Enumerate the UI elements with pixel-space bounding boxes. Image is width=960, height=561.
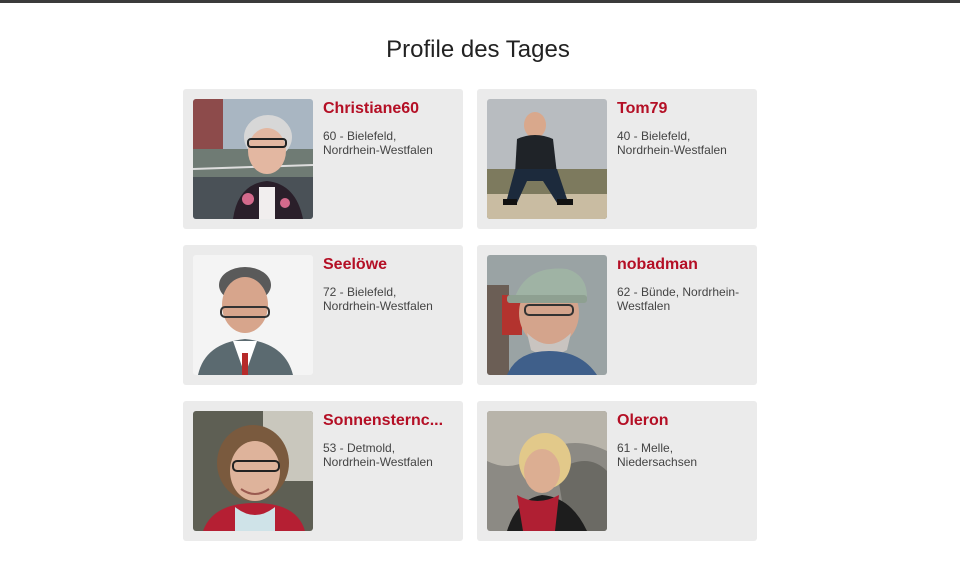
profile-details: 61 - Melle, Niedersachsen [617, 441, 747, 469]
profile-name-link[interactable]: Christiane60 [323, 99, 453, 119]
profile-info: Seelöwe 72 - Bielefeld, Nordrhein-Westfa… [323, 255, 453, 313]
top-bar [0, 0, 960, 3]
profile-details: 72 - Bielefeld, Nordrhein-Westfalen [323, 285, 453, 313]
profile-photo[interactable] [193, 255, 313, 375]
profiles-grid: Christiane60 60 - Bielefeld, Nordrhein-W… [183, 89, 757, 541]
profile-name-link[interactable]: Seelöwe [323, 255, 453, 275]
profile-card[interactable]: Christiane60 60 - Bielefeld, Nordrhein-W… [183, 89, 463, 229]
profile-photo[interactable] [193, 99, 313, 219]
profile-age-location: 53 - Detmold, [323, 441, 396, 455]
profile-photo[interactable] [487, 255, 607, 375]
profile-card[interactable]: Oleron 61 - Melle, Niedersachsen [477, 401, 757, 541]
profile-age-location: 62 - Bünde, Nordrhein- [617, 285, 740, 299]
profile-card[interactable]: Tom79 40 - Bielefeld, Nordrhein-Westfale… [477, 89, 757, 229]
profile-region: Niedersachsen [617, 455, 698, 469]
profile-region: Nordrhein-Westfalen [323, 143, 433, 157]
profile-name-link[interactable]: Tom79 [617, 99, 747, 119]
profile-name-link[interactable]: nobadman [617, 255, 747, 275]
profile-details: 60 - Bielefeld, Nordrhein-Westfalen [323, 129, 453, 157]
profile-details: 40 - Bielefeld, Nordrhein-Westfalen [617, 129, 747, 157]
profile-photo[interactable] [193, 411, 313, 531]
profile-region: Nordrhein-Westfalen [323, 299, 433, 313]
profile-card[interactable]: Seelöwe 72 - Bielefeld, Nordrhein-Westfa… [183, 245, 463, 385]
profile-details: 53 - Detmold, Nordrhein-Westfalen [323, 441, 453, 469]
profile-info: Tom79 40 - Bielefeld, Nordrhein-Westfale… [617, 99, 747, 157]
profile-age-location: 60 - Bielefeld, [323, 129, 397, 143]
profile-photo[interactable] [487, 99, 607, 219]
profile-info: Oleron 61 - Melle, Niedersachsen [617, 411, 747, 469]
profile-card[interactable]: nobadman 62 - Bünde, Nordrhein- Westfale… [477, 245, 757, 385]
profile-card[interactable]: Sonnensternc... 53 - Detmold, Nordrhein-… [183, 401, 463, 541]
profile-info: Christiane60 60 - Bielefeld, Nordrhein-W… [323, 99, 453, 157]
profile-info: nobadman 62 - Bünde, Nordrhein- Westfale… [617, 255, 747, 313]
profile-age-location: 61 - Melle, [617, 441, 674, 455]
profile-photo[interactable] [487, 411, 607, 531]
profile-name-link[interactable]: Sonnensternc... [323, 411, 453, 431]
profile-region: Westfalen [617, 299, 671, 313]
profile-info: Sonnensternc... 53 - Detmold, Nordrhein-… [323, 411, 453, 469]
profile-details: 62 - Bünde, Nordrhein- Westfalen [617, 285, 747, 313]
profile-age-location: 72 - Bielefeld, [323, 285, 397, 299]
page-title: Profile des Tages [386, 36, 570, 63]
profile-region: Nordrhein-Westfalen [323, 455, 433, 469]
profile-age-location: 40 - Bielefeld, [617, 129, 691, 143]
profile-name-link[interactable]: Oleron [617, 411, 747, 431]
profile-region: Nordrhein-Westfalen [617, 143, 727, 157]
